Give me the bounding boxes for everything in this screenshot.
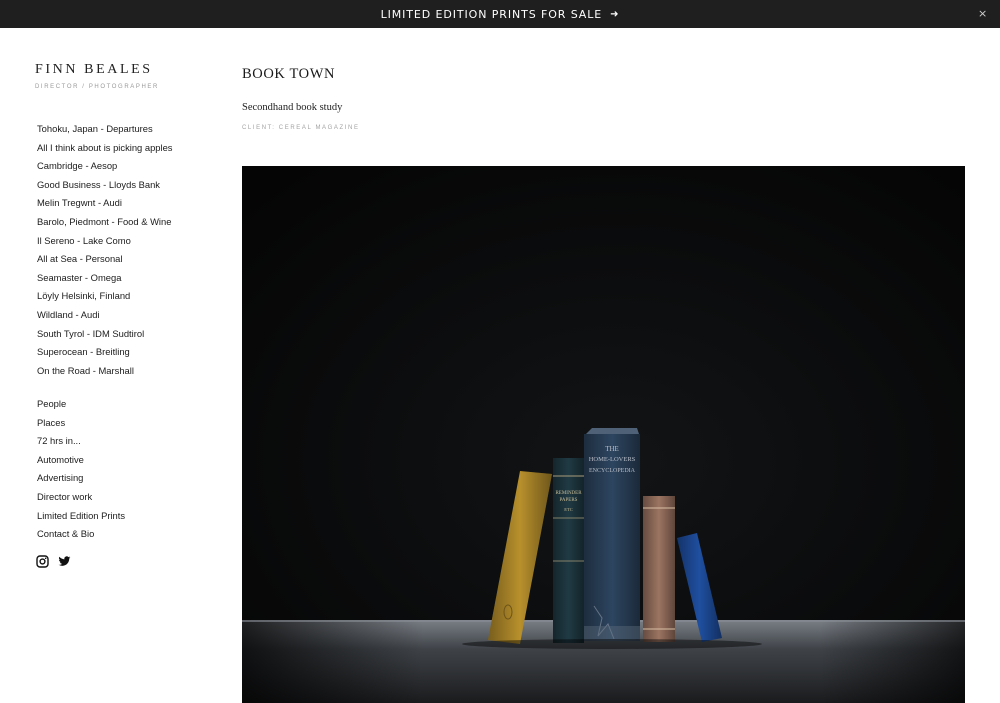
site-subtitle: DIRECTOR / PHOTOGRAPHER [35, 84, 159, 90]
nav-item-director-work[interactable]: Director work [37, 488, 125, 507]
nav-item-superocean[interactable]: Superocean - Breitling [37, 343, 173, 362]
nav-item-melin-tregwnt[interactable]: Melin Tregwnt - Audi [37, 194, 173, 213]
project-header: BOOK TOWN Secondhand book study CLIENT: … [242, 66, 360, 131]
twitter-icon[interactable] [58, 555, 71, 568]
spine-text-etc: ETC [564, 507, 573, 512]
spine-text-papers: PAPERS [560, 498, 578, 503]
spine-text-reminder: REMINDER [555, 491, 582, 496]
nav-item-contact-bio[interactable]: Contact & Bio [37, 525, 125, 544]
nav-item-places[interactable]: Places [37, 414, 125, 433]
banner-text[interactable]: LIMITED EDITION PRINTS FOR SALE [381, 8, 603, 21]
nav-item-south-tyrol[interactable]: South Tyrol - IDM Sudtirol [37, 325, 173, 344]
project-photo: REMINDER PAPERS ETC THE HOME-LOVERS ENCY… [242, 166, 965, 703]
spine-text-home-lovers: HOME-LOVERS [589, 456, 636, 463]
category-nav: People Places 72 hrs in... Automotive Ad… [37, 395, 125, 544]
project-nav: Tohoku, Japan - Departures All I think a… [37, 120, 173, 380]
spine-text-the: THE [605, 445, 619, 453]
book-tan [643, 496, 675, 642]
nav-item-on-the-road[interactable]: On the Road - Marshall [37, 362, 173, 381]
social-links [36, 555, 71, 568]
nav-item-lloyds-bank[interactable]: Good Business - Lloyds Bank [37, 176, 173, 195]
nav-item-all-at-sea[interactable]: All at Sea - Personal [37, 250, 173, 269]
nav-item-il-sereno[interactable]: Il Sereno - Lake Como [37, 232, 173, 251]
nav-item-automotive[interactable]: Automotive [37, 451, 125, 470]
page-title: BOOK TOWN [242, 66, 336, 82]
nav-item-seamaster[interactable]: Seamaster - Omega [37, 269, 173, 288]
nav-item-cambridge-aesop[interactable]: Cambridge - Aesop [37, 157, 173, 176]
announcement-banner[interactable]: LIMITED EDITION PRINTS FOR SALE ➜ × [0, 0, 1000, 28]
book-teal: REMINDER PAPERS ETC [553, 458, 584, 643]
book-encyclopedia: THE HOME-LOVERS ENCYCLOPEDIA [584, 428, 640, 641]
nav-item-people[interactable]: People [37, 395, 125, 414]
page-description: Secondhand book study [242, 102, 343, 113]
nav-item-barolo[interactable]: Barolo, Piedmont - Food & Wine [37, 213, 173, 232]
nav-item-72-hrs[interactable]: 72 hrs in... [37, 432, 125, 451]
nav-item-advertising[interactable]: Advertising [37, 469, 125, 488]
sidebar: FINN BEALES DIRECTOR / PHOTOGRAPHER Toho… [35, 62, 215, 568]
arrow-right-icon[interactable]: ➜ [610, 9, 619, 20]
site-title[interactable]: FINN BEALES [35, 62, 215, 78]
page-client: CLIENT: CEREAL MAGAZINE [242, 125, 360, 131]
spine-text-encyclopedia: ENCYCLOPEDIA [589, 468, 636, 474]
nav-item-tohoku[interactable]: Tohoku, Japan - Departures [37, 120, 173, 139]
nav-item-loyly[interactable]: Löyly Helsinki, Finland [37, 287, 173, 306]
instagram-icon[interactable] [36, 555, 49, 568]
close-icon[interactable]: × [976, 7, 990, 21]
nav-item-wildland[interactable]: Wildland - Audi [37, 306, 173, 325]
nav-item-limited-edition-prints[interactable]: Limited Edition Prints [37, 507, 125, 526]
nav-item-picking-apples[interactable]: All I think about is picking apples [37, 139, 173, 158]
